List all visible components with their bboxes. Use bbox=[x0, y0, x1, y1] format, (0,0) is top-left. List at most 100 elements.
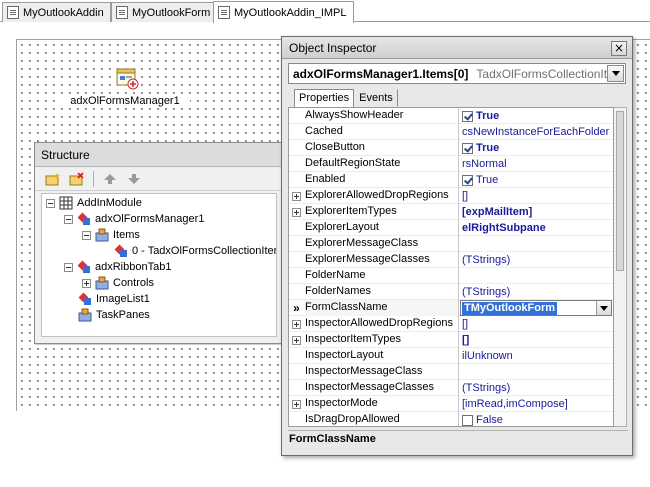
move-down-button[interactable] bbox=[124, 170, 144, 188]
property-grid[interactable]: AlwaysShowHeader True Cached csNewInstanceF… bbox=[288, 107, 614, 427]
property-row[interactable]: ExplorerMessageClass bbox=[289, 236, 613, 252]
checkbox-checked[interactable] bbox=[462, 110, 473, 122]
property-name: ExplorerAllowedDropRegions bbox=[305, 188, 459, 204]
property-row[interactable]: Enabled True bbox=[289, 172, 613, 188]
forms-manager-component[interactable] bbox=[114, 65, 140, 91]
property-value[interactable]: (TStrings) bbox=[460, 252, 613, 268]
property-value[interactable]: False bbox=[460, 412, 613, 426]
scrollbar-thumb[interactable] bbox=[616, 111, 624, 271]
tree-node-formsmanager[interactable]: adxOlFormsManager1 bbox=[64, 211, 204, 227]
property-value[interactable]: [expMailItem] bbox=[460, 204, 613, 220]
property-value-text[interactable]: TMyOutlookForm bbox=[462, 301, 558, 315]
property-row[interactable]: DefaultRegionState rsNormal bbox=[289, 156, 613, 172]
expand-icon[interactable] bbox=[292, 399, 301, 409]
property-row[interactable]: InspectorItemTypes[] bbox=[289, 332, 613, 348]
expand-icon[interactable] bbox=[292, 191, 301, 201]
tree-node-ribbontab[interactable]: adxRibbonTab1 bbox=[64, 259, 171, 275]
property-value[interactable]: [] bbox=[460, 332, 613, 348]
tree-node-label: Items bbox=[113, 229, 140, 241]
object-selector[interactable]: adxOlFormsManager1.Items[0] TadxOlFormsC… bbox=[288, 63, 626, 84]
close-button[interactable]: × bbox=[611, 41, 627, 56]
property-row[interactable]: InspectorMode [imRead,imCompose] bbox=[289, 396, 613, 412]
collapse-icon[interactable] bbox=[82, 230, 91, 240]
selector-dropdown-button[interactable] bbox=[607, 65, 624, 82]
property-row[interactable]: ExplorerMessageClasses (TStrings) bbox=[289, 252, 613, 268]
property-value-text: [] bbox=[462, 333, 470, 346]
tab-myoutlookaddin[interactable]: MyOutlookAddin bbox=[2, 2, 111, 22]
toolbar-separator bbox=[93, 170, 94, 187]
property-value[interactable]: TMyOutlookForm bbox=[460, 300, 613, 316]
collapse-icon[interactable] bbox=[46, 198, 55, 208]
property-row[interactable]: FolderName bbox=[289, 268, 613, 284]
property-value[interactable] bbox=[460, 268, 613, 284]
structure-tree[interactable]: AddInModule adxOlFormsManager1 Items 0 -… bbox=[41, 193, 277, 337]
property-row[interactable]: InspectorMessageClasses (TStrings) bbox=[289, 380, 613, 396]
tree-node-items[interactable]: Items bbox=[82, 227, 140, 243]
tree-node-taskpanes[interactable]: TaskPanes bbox=[78, 307, 150, 323]
document-tab-strip: MyOutlookAddin MyOutlookForm MyOutlookAd… bbox=[0, 0, 650, 23]
checkbox-checked[interactable] bbox=[462, 142, 473, 154]
property-value[interactable]: elRightSubpane bbox=[460, 220, 613, 236]
property-value[interactable] bbox=[460, 236, 613, 252]
expand-icon[interactable] bbox=[292, 207, 301, 217]
property-row[interactable]: InspectorMessageClass bbox=[289, 364, 613, 380]
property-row[interactable]: FolderNames (TStrings) bbox=[289, 284, 613, 300]
tree-node-controls[interactable]: Controls bbox=[82, 275, 154, 291]
property-row[interactable]: InspectorLayout ilUnknown bbox=[289, 348, 613, 364]
property-value[interactable]: rsNormal bbox=[460, 156, 613, 172]
tab-myoutlookform[interactable]: MyOutlookForm bbox=[111, 2, 218, 22]
property-row-gutter bbox=[289, 316, 304, 332]
property-row[interactable]: IsDragDropAllowed False bbox=[289, 412, 613, 426]
property-value[interactable]: [imRead,imCompose] bbox=[460, 396, 613, 412]
property-value-text: True bbox=[476, 173, 499, 186]
property-row[interactable]: AlwaysShowHeader True bbox=[289, 108, 613, 124]
selected-object-name: adxOlFormsManager1.Items[0] bbox=[293, 66, 469, 81]
property-value[interactable]: ilUnknown bbox=[460, 348, 613, 364]
property-value[interactable]: True bbox=[460, 172, 613, 188]
expand-icon[interactable] bbox=[82, 278, 91, 288]
property-value[interactable]: [] bbox=[460, 188, 613, 204]
property-row-gutter bbox=[289, 220, 304, 236]
property-value[interactable]: True bbox=[460, 140, 613, 156]
structure-title: Structure bbox=[35, 143, 291, 167]
property-grid-scrollbar[interactable] bbox=[614, 107, 627, 427]
tab-myoutlookaddin-impl[interactable]: MyOutlookAddin_IMPL bbox=[213, 1, 354, 23]
tab-events[interactable]: Events bbox=[354, 89, 398, 107]
new-item-button[interactable] bbox=[43, 170, 63, 188]
property-value[interactable]: (TStrings) bbox=[460, 284, 613, 300]
move-up-button[interactable] bbox=[100, 170, 120, 188]
property-value[interactable]: (TStrings) bbox=[460, 380, 613, 396]
collapse-icon[interactable] bbox=[64, 214, 73, 224]
property-value[interactable]: True bbox=[460, 108, 613, 124]
delete-item-button[interactable] bbox=[67, 170, 87, 188]
property-row[interactable]: » FormClassName TMyOutlookForm bbox=[289, 300, 613, 316]
property-name: ExplorerMessageClasses bbox=[305, 252, 459, 268]
value-dropdown-button[interactable] bbox=[596, 301, 611, 315]
arrow-down-icon bbox=[128, 173, 140, 184]
tree-node-imagelist[interactable]: ImageList1 bbox=[78, 291, 150, 307]
tree-node-addinmodule[interactable]: AddInModule bbox=[46, 195, 142, 211]
property-value[interactable] bbox=[460, 364, 613, 380]
property-row[interactable]: ExplorerLayout elRightSubpane bbox=[289, 220, 613, 236]
property-row[interactable]: CloseButton True bbox=[289, 140, 613, 156]
property-row[interactable]: ExplorerItemTypes [expMailItem] bbox=[289, 204, 613, 220]
property-value[interactable]: [] bbox=[460, 316, 613, 332]
checkbox-unchecked[interactable] bbox=[462, 414, 473, 426]
expand-icon[interactable] bbox=[292, 319, 301, 329]
property-value-editor[interactable]: TMyOutlookForm bbox=[460, 300, 612, 316]
expand-icon[interactable] bbox=[292, 335, 301, 345]
property-row[interactable]: ExplorerAllowedDropRegions[] bbox=[289, 188, 613, 204]
tree-node-collection-item-0[interactable]: 0 - TadxOlFormsCollectionItem bbox=[114, 243, 276, 259]
tab-properties[interactable]: Properties bbox=[294, 89, 355, 107]
close-icon: × bbox=[613, 41, 625, 55]
property-name: FormClassName bbox=[305, 300, 459, 316]
inspector-tabs: Properties Events bbox=[294, 89, 398, 107]
property-row[interactable]: InspectorAllowedDropRegions[] bbox=[289, 316, 613, 332]
property-row-gutter: » bbox=[289, 300, 304, 316]
property-row[interactable]: Cached csNewInstanceForEachFolder bbox=[289, 124, 613, 140]
collapse-icon[interactable] bbox=[64, 262, 73, 272]
chevron-down-icon bbox=[600, 305, 608, 311]
checkbox-checked[interactable] bbox=[462, 174, 473, 186]
property-value[interactable]: csNewInstanceForEachFolder bbox=[460, 124, 613, 140]
property-name: AlwaysShowHeader bbox=[305, 108, 459, 124]
